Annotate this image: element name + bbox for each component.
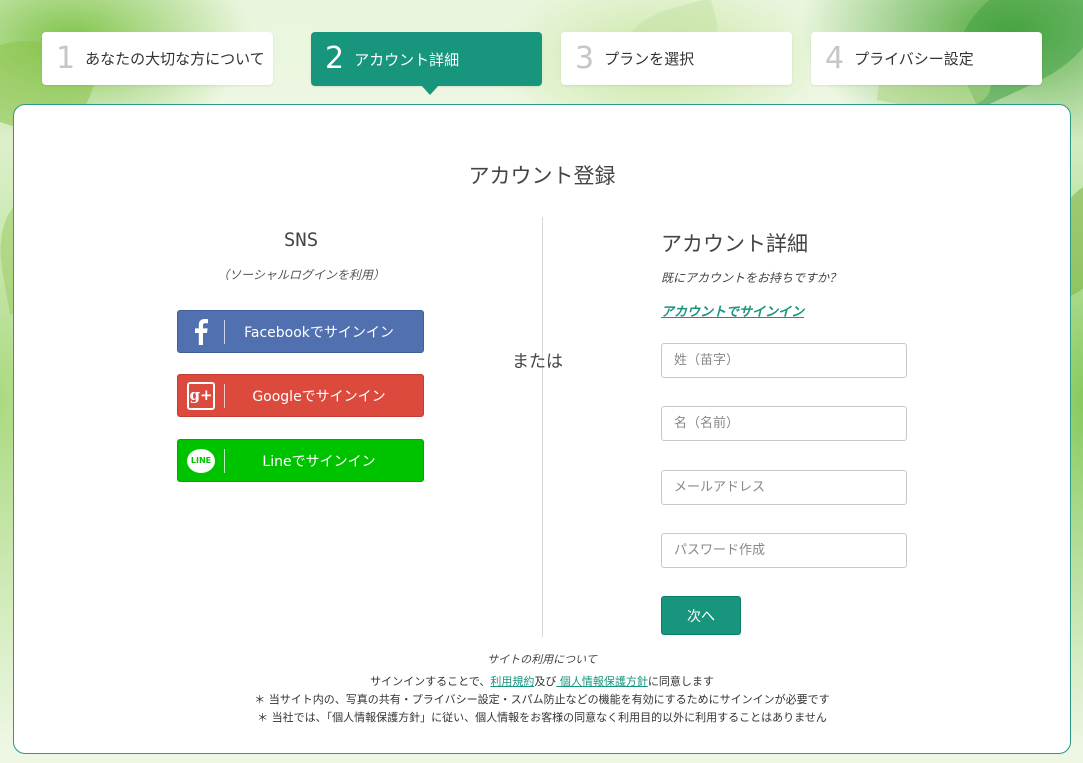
google-plus-icon: g+ bbox=[178, 375, 224, 416]
line-icon: LINE bbox=[178, 440, 224, 481]
page-title: アカウント登録 bbox=[468, 164, 616, 188]
terms-link[interactable]: 利用規約 bbox=[490, 675, 534, 688]
step-label: あなたの大切な方について bbox=[85, 50, 265, 68]
step-1[interactable]: 1 あなたの大切な方について bbox=[42, 32, 273, 85]
sns-heading: SNS bbox=[283, 229, 319, 251]
existing-account-question: 既にアカウントをお持ちですか？ bbox=[661, 271, 842, 285]
step-3[interactable]: 3 プランを選択 bbox=[561, 32, 792, 85]
or-label: または bbox=[512, 352, 563, 372]
step-label: プライバシー設定 bbox=[854, 50, 974, 68]
privacy-policy-link[interactable]: 個人情報保護方針 bbox=[556, 675, 648, 688]
account-details-heading: アカウント詳細 bbox=[661, 232, 808, 256]
email-input[interactable] bbox=[661, 470, 907, 505]
footer-note-2: ＊ 当社では、「個人情報保護方針」に従い、個人情報をお客様の同意なく利用目的以外… bbox=[257, 711, 827, 724]
line-signin-label: Lineでサインイン bbox=[262, 453, 376, 470]
step-number: 3 bbox=[575, 40, 595, 76]
last-name-input[interactable] bbox=[661, 343, 907, 378]
registration-card: アカウント登録 SNS （ソーシャルログインを利用） Facebookでサインイ… bbox=[13, 104, 1071, 754]
facebook-signin-button[interactable]: Facebookでサインイン bbox=[177, 310, 424, 353]
step-4[interactable]: 4 プライバシー設定 bbox=[811, 32, 1042, 85]
step-number: 2 bbox=[325, 41, 345, 76]
column-divider bbox=[542, 217, 543, 637]
step-2-active[interactable]: 2 アカウント詳細 bbox=[311, 32, 542, 95]
agreement-text: サインインすることで、利用規約及び 個人情報保護方針に同意します bbox=[14, 673, 1070, 689]
facebook-signin-label: Facebookでサインイン bbox=[244, 324, 394, 341]
agreement-suffix: に同意します bbox=[647, 675, 714, 688]
and-text: 及び bbox=[534, 675, 557, 688]
next-button[interactable]: 次へ bbox=[661, 596, 741, 635]
facebook-icon bbox=[178, 311, 224, 352]
step-label: アカウント詳細 bbox=[354, 50, 460, 69]
site-usage-footer: サイトの利用について サインインすることで、利用規約及び 個人情報保護方針に同意… bbox=[14, 651, 1070, 725]
line-signin-button[interactable]: LINE Lineでサインイン bbox=[177, 439, 424, 482]
account-signin-link[interactable]: アカウントでサインイン bbox=[661, 301, 804, 320]
google-signin-label: Googleでサインイン bbox=[252, 388, 386, 405]
step-number: 4 bbox=[825, 40, 845, 76]
footer-note-1: ＊ 当サイト内の、写真の共有・プライバシー設定・スパム防止などの機能を有効にする… bbox=[254, 693, 830, 706]
agreement-prefix: サインインすることで、 bbox=[370, 675, 491, 688]
password-input[interactable] bbox=[661, 533, 907, 568]
google-signin-button[interactable]: g+ Googleでサインイン bbox=[177, 374, 424, 417]
progress-steps: 1 あなたの大切な方について 2 アカウント詳細 3 プランを選択 4 プライバ… bbox=[42, 32, 1042, 95]
step-number: 1 bbox=[56, 40, 76, 76]
first-name-input[interactable] bbox=[661, 406, 907, 441]
step-label: プランを選択 bbox=[604, 50, 695, 68]
sns-subtitle: （ソーシャルログインを利用） bbox=[217, 268, 385, 282]
footer-title: サイトの利用について bbox=[487, 653, 597, 666]
